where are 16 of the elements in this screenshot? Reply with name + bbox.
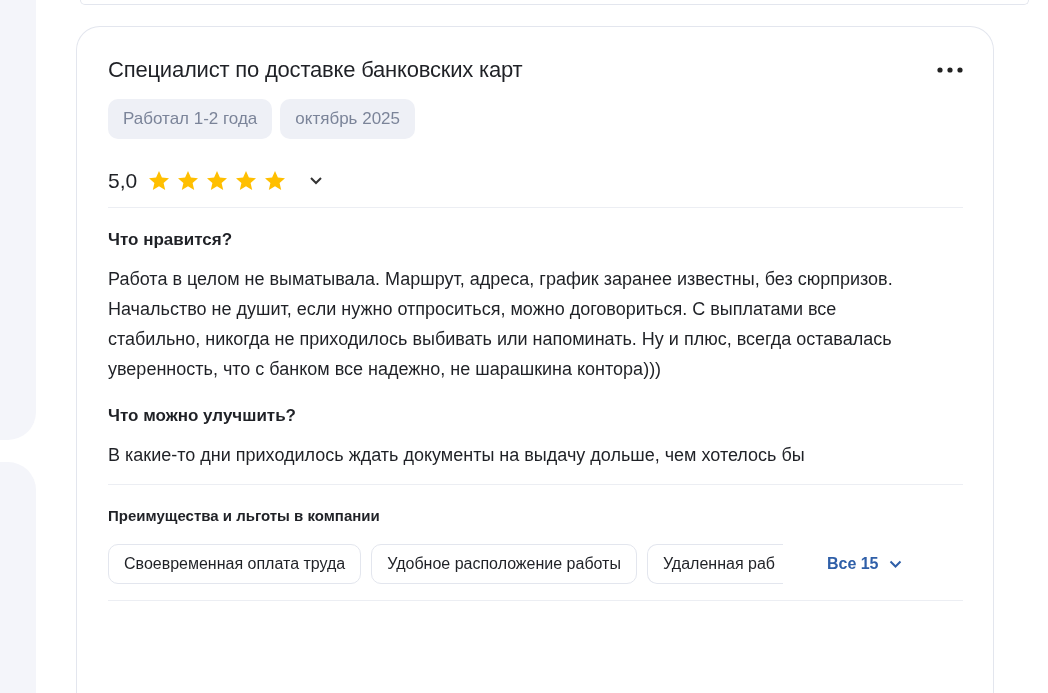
- rating-value: 5,0: [108, 169, 138, 193]
- benefit-chip: Удаленная раб: [646, 544, 783, 584]
- review-title: Специалист по доставке банковских карт: [108, 57, 523, 83]
- chevron-down-icon[interactable]: [309, 176, 324, 186]
- more-icon[interactable]: [937, 67, 963, 73]
- benefit-chip: Удобное расположение работы: [371, 544, 637, 584]
- benefits-heading: Преимущества и льготы в компании: [108, 507, 381, 524]
- section-heading: Что нравится?: [108, 230, 234, 250]
- show-all-button[interactable]: Все 15: [826, 555, 902, 573]
- review-text: Работа в целом не выматывала. Маршрут, адреса, график заранее известны, без сюрпризов. Начальство не душит, если нужно отпроситься, можно договориться. С выплатами все стабильно, никогда не приходилось выбивать или напоминать. Ну и плюс, всегда оставалась уверенность, что с банком все надежно, не шарашкина контора))): [108, 268, 894, 381]
- benefit-chip: Своевременная оплата труда: [108, 544, 362, 584]
- review-text: В какие-то дни приходилось ждать документы на выдачу дольше, чем хотелось бы: [108, 444, 806, 467]
- chevron-down-icon: [888, 560, 902, 568]
- tag: Работал 1-2 года: [108, 99, 273, 139]
- tag: октябрь 2025: [280, 99, 415, 139]
- section-heading: Что можно улучшить?: [108, 406, 297, 426]
